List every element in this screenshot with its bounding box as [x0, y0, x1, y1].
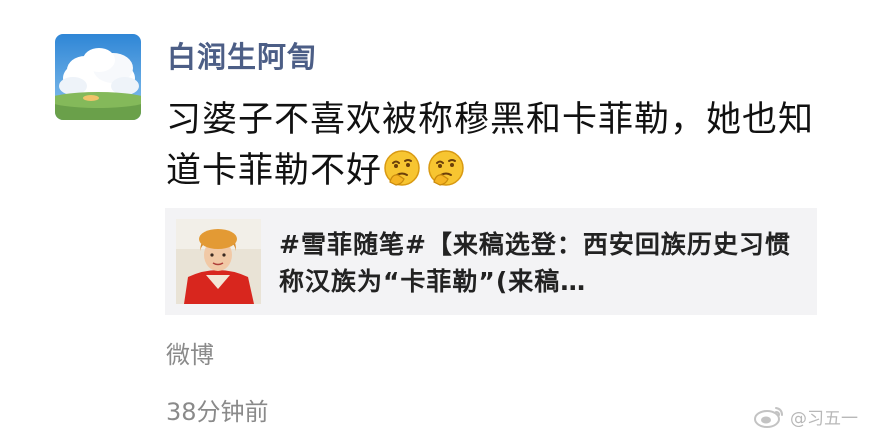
post-text: 习婆子不喜欢被称穆黑和卡菲勒，她也知道卡菲勒不好: [166, 100, 815, 191]
weibo-post: 白润生阿訇 习婆子不喜欢被称穆黑和卡菲勒，她也知道卡菲勒不好 #雪菲随笔#【来稿…: [0, 0, 872, 441]
thinking-face-emoji: [426, 148, 466, 188]
avatar[interactable]: [55, 34, 141, 120]
card-thumbnail: [176, 219, 261, 304]
thinking-face-emoji: [382, 148, 422, 188]
avatar-image: [55, 34, 141, 120]
link-card[interactable]: #雪菲随笔#【来稿选登：西安回族历史习惯称汉族为“卡菲勒”(来稿…: [165, 208, 817, 315]
post-source[interactable]: 微博: [166, 335, 214, 375]
link-card-title: #雪菲随笔#【来稿选登：西安回族历史习惯称汉族为“卡菲勒”(来稿…: [279, 230, 791, 296]
watermark: @习五一: [752, 403, 858, 429]
username[interactable]: 白润生阿訇: [167, 35, 317, 79]
post-content: 习婆子不喜欢被称穆黑和卡菲勒，她也知道卡菲勒不好: [166, 95, 816, 197]
post-time: 38分钟前: [166, 398, 269, 426]
weibo-logo-icon: [752, 403, 786, 429]
watermark-text: @习五一: [790, 408, 858, 429]
